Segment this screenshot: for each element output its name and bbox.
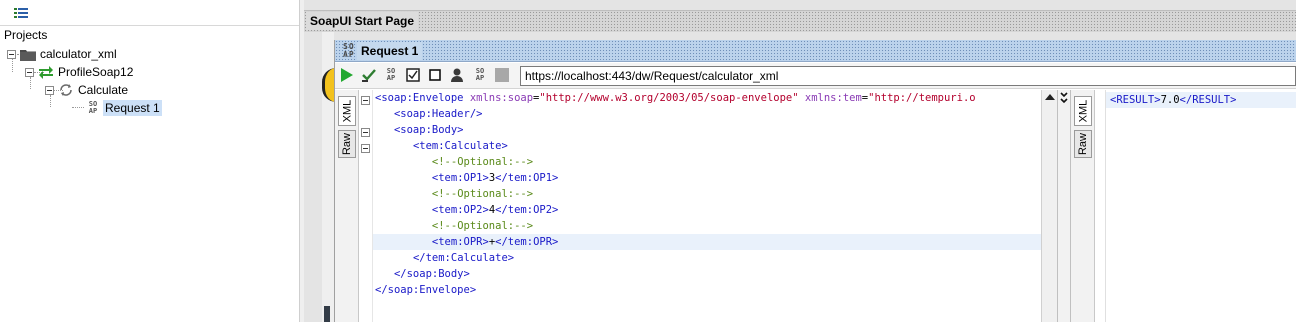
code-line: </soap:Envelope> [375,282,476,298]
checkbox-icon[interactable] [405,67,421,83]
tree-item-interface-label: ProfileSoap12 [58,65,134,79]
fold-gutter [359,90,373,322]
code-token: <!--Optional:--> [431,220,534,232]
collapse-icon[interactable] [25,67,34,77]
request-scrollbar[interactable] [1041,90,1057,322]
code-token: <tem:Calculate> [412,140,508,152]
code-token: </tem:OP2> [495,204,559,216]
code-line: <soap:Header/> [375,106,483,122]
tree-item-interface[interactable]: ProfileSoap12 [25,63,133,81]
soap-request-icon: SO AP [343,42,355,59]
result-close-tag: </RESULT> [1179,94,1237,106]
fold-envelope-icon[interactable] [361,96,370,105]
soap-request-icon: SO AP [88,100,98,115]
tree-item-request-label: Request 1 [103,100,162,116]
request-view-tabs: XML Raw [335,90,359,322]
soap-add-icon[interactable]: SO AP [383,67,399,83]
collapse-icon[interactable] [7,49,16,59]
result-value: 7.0 [1160,94,1180,106]
fold-calculate-icon[interactable] [361,144,370,153]
code-token: "http://www.w3.org/2003/05/soap-envelope… [539,92,799,104]
response-xml-code[interactable]: <RESULT>7.0</RESULT> [1105,90,1296,322]
user-icon[interactable] [449,67,465,83]
code-line: <tem:OPR>+</tem:OPR> [373,234,1041,250]
tab-start-page-label: SoapUI Start Page [306,12,419,30]
scroll-up-icon[interactable] [1045,94,1055,100]
tree-item-operation[interactable]: Calculate [45,81,128,99]
request-xml-code[interactable]: <soap:Envelope xmlns:soap="http://www.w3… [373,90,1041,322]
code-line: <soap:Envelope xmlns:soap="http://www.w3… [375,90,976,106]
code-line: <tem:Calculate> [375,138,508,154]
code-token: </tem:Calculate> [412,252,515,264]
code-line: <tem:OP2>4</tem:OP2> [375,202,558,218]
tab-response-xml[interactable]: XML [1074,96,1092,126]
navigator-panel: Projects calculator_xml ProfileSoap12 Ca… [0,0,300,322]
endpoint-field[interactable]: https://localhost:443/dw/Request/calcula… [520,66,1296,86]
response-editor: XML Raw <RESULT>7.0</RESULT> [1071,90,1296,322]
tab-request-xml[interactable]: XML [338,96,356,126]
code-line: </tem:Calculate> [375,250,514,266]
code-token: <!--Optional:--> [431,188,534,200]
collapse-icon[interactable] [45,85,54,95]
validate-icon[interactable] [361,67,377,83]
background-window-graphic [324,306,330,322]
request-window-title: Request 1 [357,42,423,60]
run-icon[interactable] [339,67,355,83]
code-token: <soap:Header/> [393,108,483,120]
tab-start-page[interactable]: SoapUI Start Page [304,10,1296,32]
response-result-line: <RESULT>7.0</RESULT> [1106,92,1296,108]
code-token: <soap:Envelope [375,92,470,104]
tree-item-request[interactable]: SO AP Request 1 [86,99,162,117]
code-token: <tem:OP1> [431,172,489,184]
tree-item-operation-label: Calculate [78,83,129,97]
tree-item-project-label: calculator_xml [40,47,117,61]
tab-request-raw[interactable]: Raw [338,130,356,158]
soap-interface-icon [39,66,53,79]
code-token: <tem:OP2> [431,204,489,216]
folder-icon [20,49,36,61]
tree-item-project[interactable]: calculator_xml [7,45,117,63]
code-token: <soap:Body> [393,124,464,136]
code-token: </tem:OPR> [495,236,559,248]
response-view-tabs: XML Raw [1071,90,1095,322]
request-editor: XML Raw <soap:Envelope xmlns:soap="http:… [335,90,1057,322]
request-window-titlebar[interactable]: SO AP Request 1 [335,40,1296,62]
splitter-arrows-icon[interactable] [1060,92,1069,106]
code-line: </soap:Body> [375,266,470,282]
soap-create-icon[interactable]: SO AP [472,67,488,83]
navigator-toolbar [0,0,299,26]
operation-cycle-icon [60,84,72,96]
code-token: </soap:Envelope> [375,284,477,296]
code-line: <!--Optional:--> [375,218,533,234]
project-list-icon[interactable] [14,8,28,19]
code-token: xmlns:tem [804,92,862,104]
stop-icon[interactable] [427,67,443,83]
code-token: "http://tempuri.o [868,92,976,104]
code-token: xmlns:soap [469,92,534,104]
code-line: <!--Optional:--> [375,186,533,202]
result-open-tag: <RESULT> [1110,94,1161,106]
projects-heading: Projects [4,28,48,42]
code-token: </tem:OP1> [495,172,559,184]
code-token: </soap:Body> [393,268,470,280]
tab-response-raw[interactable]: Raw [1074,130,1092,158]
request-window: SO AP Request 1 SO AP SO AP https://localho… [334,40,1296,322]
code-line: <tem:OP1>3</tem:OP1> [375,170,558,186]
code-line: <soap:Body> [375,122,464,138]
code-line: <!--Optional:--> [375,154,533,170]
code-token: <tem:OPR> [431,236,489,248]
fold-body-icon[interactable] [361,128,370,137]
code-token: <!--Optional:--> [431,156,534,168]
request-toolbar: SO AP SO AP https://localhost:443/dw/Reque… [335,63,1296,89]
editor-splitter[interactable] [1057,90,1071,322]
gray-square-icon[interactable] [494,67,510,83]
